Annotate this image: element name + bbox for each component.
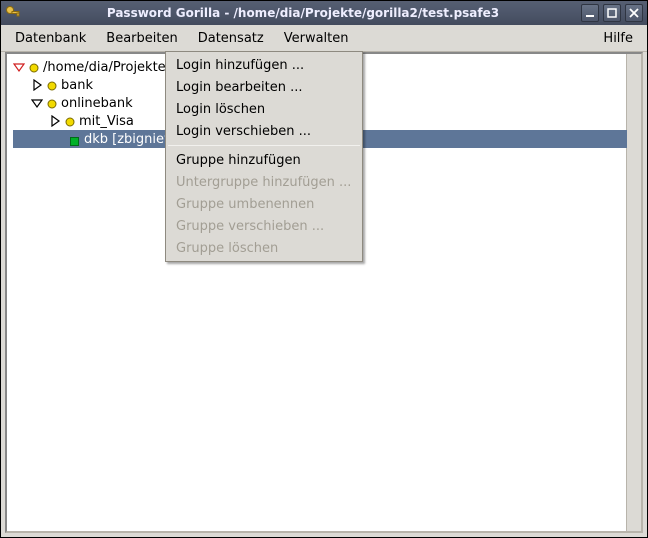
client-area: /home/dia/Projekte/g bank onlinebank mit…: [5, 52, 643, 533]
expand-toggle-closed-icon[interactable]: [49, 115, 61, 127]
menu-datensatz[interactable]: Datensatz: [188, 25, 274, 51]
folder-icon: [47, 80, 57, 90]
expand-toggle-open-icon[interactable]: [31, 97, 43, 109]
password-tree[interactable]: /home/dia/Projekte/g bank onlinebank mit…: [7, 54, 626, 531]
tree-label: /home/dia/Projekte/g: [43, 60, 178, 75]
titlebar-buttons: [581, 4, 643, 22]
tree-label: bank: [61, 78, 93, 93]
ctx-login-add[interactable]: Login hinzufügen ...: [166, 54, 362, 76]
menubar: Datenbank Bearbeiten Datensatz Verwalten…: [1, 25, 647, 52]
menu-hilfe[interactable]: Hilfe: [593, 25, 643, 51]
ctx-login-edit[interactable]: Login bearbeiten ...: [166, 76, 362, 98]
context-menu: Login hinzufügen ... Login bearbeiten ..…: [165, 51, 363, 262]
close-button[interactable]: [625, 4, 643, 22]
folder-icon: [65, 116, 75, 126]
ctx-group-add[interactable]: Gruppe hinzufügen: [166, 149, 362, 171]
ctx-group-delete: Gruppe löschen: [166, 237, 362, 259]
ctx-group-rename: Gruppe umbenennen: [166, 193, 362, 215]
menu-datenbank[interactable]: Datenbank: [5, 25, 96, 51]
folder-icon: [29, 62, 39, 72]
titlebar[interactable]: Password Gorilla - /home/dia/Projekte/go…: [1, 1, 647, 25]
ctx-login-delete[interactable]: Login löschen: [166, 98, 362, 120]
maximize-button[interactable]: [603, 4, 621, 22]
menu-verwalten[interactable]: Verwalten: [274, 25, 359, 51]
ctx-login-move[interactable]: Login verschieben ...: [166, 120, 362, 142]
folder-icon: [47, 98, 57, 108]
vertical-scrollbar[interactable]: [626, 54, 641, 531]
ctx-group-move: Gruppe verschieben ...: [166, 215, 362, 237]
menu-bearbeiten[interactable]: Bearbeiten: [96, 25, 187, 51]
window-title: Password Gorilla - /home/dia/Projekte/go…: [25, 6, 581, 20]
tree-label: mit_Visa: [79, 114, 134, 129]
context-menu-separator: [168, 145, 360, 146]
ctx-subgroup-add: Untergruppe hinzufügen ...: [166, 171, 362, 193]
app-window: Password Gorilla - /home/dia/Projekte/go…: [0, 0, 648, 538]
entry-icon: [70, 135, 79, 144]
tree-label: dkb [zbigniew: [84, 132, 175, 147]
app-key-icon: [5, 5, 21, 21]
expand-toggle-open-icon[interactable]: [13, 61, 25, 73]
tree-label: onlinebank: [61, 96, 133, 111]
expand-toggle-closed-icon[interactable]: [31, 79, 43, 91]
minimize-button[interactable]: [581, 4, 599, 22]
